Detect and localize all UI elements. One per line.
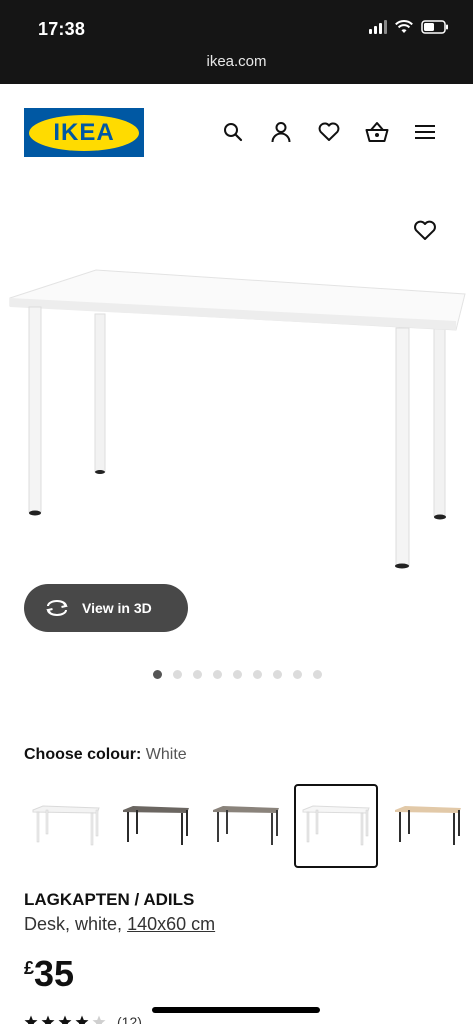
carousel-dot[interactable] [153, 670, 162, 679]
home-indicator [152, 1007, 320, 1013]
carousel-dot[interactable] [193, 670, 202, 679]
logo-text: IKEA [53, 118, 115, 146]
carousel-dot[interactable] [253, 670, 262, 679]
carousel-dot[interactable] [293, 670, 302, 679]
star-filled-icon [75, 1015, 89, 1024]
choose-colour-label: Choose colour: [24, 746, 142, 763]
user-icon[interactable] [269, 120, 293, 144]
battery-icon [421, 20, 448, 34]
front-leg-left [28, 306, 42, 513]
review-count: (12) [117, 1014, 142, 1024]
swatch-dark-grey-black[interactable] [114, 784, 198, 868]
view-in-3d-button[interactable]: View in 3D [24, 584, 188, 632]
star-filled-icon [24, 1015, 38, 1024]
star-empty-icon [92, 1015, 106, 1024]
search-icon[interactable] [221, 120, 245, 144]
signal-icon [369, 20, 387, 34]
status-icons [369, 20, 449, 34]
back-leg-right [433, 313, 446, 517]
url-bar[interactable]: ikea.com [0, 53, 473, 70]
favourite-heart-icon[interactable] [413, 219, 437, 243]
product-description-text: Desk, white, [24, 914, 123, 934]
carousel-dot[interactable] [273, 670, 282, 679]
product-size-link[interactable]: 140x60 cm [127, 914, 215, 934]
swatch-birch-black[interactable] [386, 784, 470, 868]
status-time: 17:38 [38, 19, 86, 39]
product-name: LAGKAPTEN / ADILS [24, 890, 195, 909]
front-leg-right [395, 327, 410, 567]
colour-swatches [24, 784, 473, 868]
header-icons [221, 120, 437, 144]
site-header: IKEA [0, 84, 473, 184]
choose-colour-value: White [145, 746, 187, 763]
back-leg-left [94, 313, 106, 473]
carousel-dot[interactable] [233, 670, 242, 679]
price-currency: £ [24, 958, 35, 978]
swatch-white-selected[interactable] [294, 784, 378, 868]
product-rating[interactable]: (12) [24, 1014, 142, 1024]
menu-icon[interactable] [413, 120, 437, 144]
swatch-grey-black[interactable] [204, 784, 288, 868]
rotate-3d-icon [46, 600, 68, 616]
choose-colour: Choose colour: White [24, 746, 187, 764]
price-value: 35 [34, 953, 75, 994]
ikea-logo[interactable]: IKEA [24, 108, 144, 157]
heart-icon[interactable] [317, 120, 341, 144]
carousel-dot[interactable] [173, 670, 182, 679]
image-carousel-dots [153, 670, 322, 679]
product-description: Desk, white, 140x60 cm [24, 914, 215, 935]
view-in-3d-label: View in 3D [82, 600, 152, 616]
browser-top-bar: 17:38 ikea.com [0, 0, 473, 84]
star-filled-icon [58, 1015, 72, 1024]
wifi-icon [395, 20, 413, 33]
logo-oval: IKEA [29, 114, 139, 151]
basket-icon[interactable] [365, 120, 389, 144]
swatch-white-white[interactable] [24, 784, 108, 868]
star-filled-icon [41, 1015, 55, 1024]
carousel-dot[interactable] [313, 670, 322, 679]
carousel-dot[interactable] [213, 670, 222, 679]
product-price: £ 35 [24, 956, 74, 992]
